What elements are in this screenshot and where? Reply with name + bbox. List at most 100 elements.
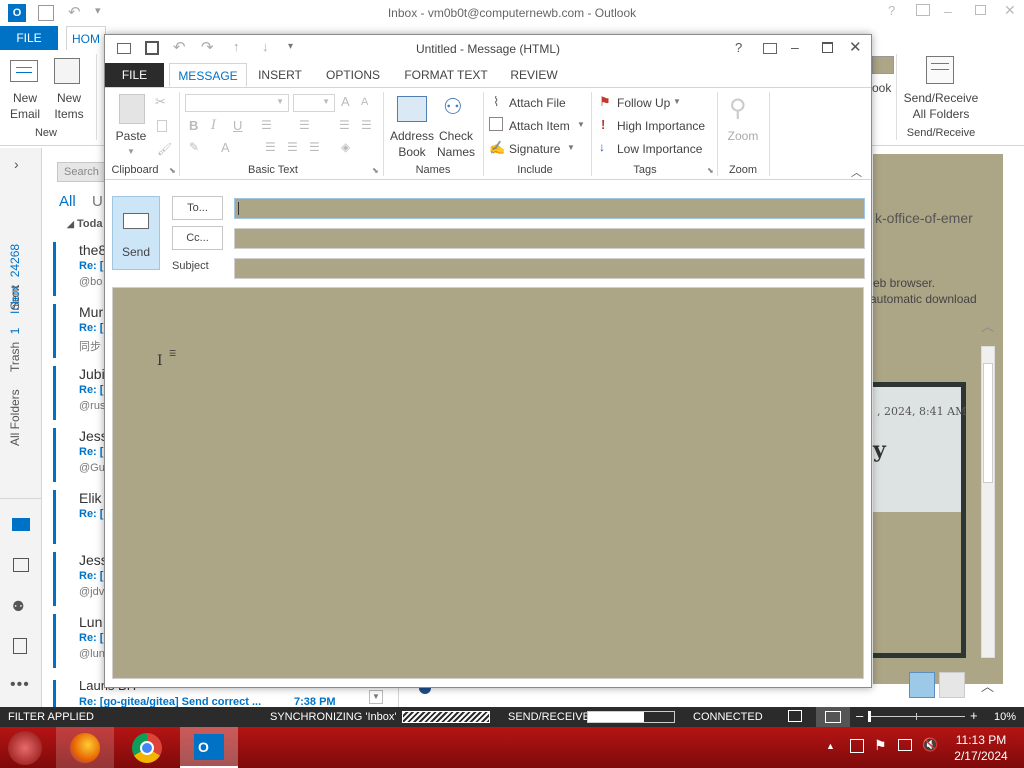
- message-ribbon-display-icon[interactable]: [763, 43, 777, 54]
- tasks-icon[interactable]: [13, 638, 27, 654]
- zoom-out-icon[interactable]: –: [856, 708, 863, 723]
- basic-text-launcher-icon[interactable]: ⬊: [372, 166, 379, 175]
- status-filter-applied: FILTER APPLIED: [8, 711, 94, 723]
- collapse-ribbon-icon[interactable]: ︿: [851, 164, 862, 180]
- maximize-icon[interactable]: [975, 5, 986, 15]
- tray-flag-icon[interactable]: ⚑: [874, 737, 887, 754]
- increase-indent-icon[interactable]: ☰: [361, 118, 372, 132]
- signature-button[interactable]: ✍ Signature ▼: [489, 140, 589, 158]
- start-button-icon[interactable]: [8, 731, 42, 765]
- numbering-icon[interactable]: ☰: [299, 118, 310, 132]
- cc-field[interactable]: [234, 228, 865, 249]
- ribbon-display-icon[interactable]: [916, 4, 930, 16]
- highlight-icon[interactable]: ✎: [189, 140, 199, 154]
- tray-network-icon[interactable]: [898, 739, 912, 751]
- attach-item-button[interactable]: Attach Item ▼: [489, 117, 589, 135]
- follow-up-button[interactable]: ⚑ Follow Up ▼: [599, 94, 699, 112]
- align-left-icon[interactable]: ☰: [265, 140, 276, 154]
- nav-all-folders[interactable]: All Folders: [8, 386, 38, 448]
- new-email-button[interactable]: New Email: [4, 90, 46, 122]
- message-help-icon[interactable]: ?: [735, 40, 742, 55]
- send-receive-all-button[interactable]: Send/Receive All Folders: [900, 90, 982, 122]
- format-painter-icon[interactable]: 🖌: [157, 142, 172, 156]
- paste-button[interactable]: Paste ▼: [109, 128, 153, 160]
- reading-scroll-thumb[interactable]: [983, 363, 993, 483]
- italic-icon[interactable]: I: [211, 118, 216, 133]
- more-nav-icon[interactable]: •••: [10, 676, 30, 694]
- align-right-icon[interactable]: ☰: [309, 140, 320, 154]
- tray-clock[interactable]: 11:13 PM 2/17/2024: [946, 733, 1016, 763]
- copy-icon[interactable]: [157, 120, 167, 132]
- to-button[interactable]: To...: [172, 196, 223, 220]
- normal-view-icon[interactable]: [788, 710, 802, 722]
- profile-photo-icon[interactable]: [909, 672, 935, 698]
- reading-scrollbar[interactable]: [981, 346, 995, 658]
- scroll-down-icon[interactable]: ▼: [369, 690, 383, 704]
- tray-volume-icon[interactable]: 🔇: [922, 737, 938, 753]
- taskbar-outlook[interactable]: O: [180, 727, 238, 768]
- mail-icon[interactable]: [12, 518, 30, 531]
- send-button[interactable]: Send: [112, 196, 160, 270]
- tab-home[interactable]: HOM: [66, 26, 106, 50]
- zoom-button[interactable]: Zoom: [719, 128, 767, 144]
- cut-icon[interactable]: ✂: [155, 94, 166, 110]
- nav-trash[interactable]: Trash 1: [8, 326, 38, 376]
- expand-folder-pane-icon[interactable]: ›: [14, 156, 19, 172]
- font-name-select[interactable]: ▼: [185, 94, 289, 112]
- address-book-button[interactable]: Address Book: [389, 128, 435, 160]
- tab-msg-review[interactable]: REVIEW: [503, 63, 565, 87]
- collapse-info-icon[interactable]: ︿: [981, 316, 994, 335]
- message-minimize-icon[interactable]: –: [791, 39, 799, 55]
- tab-msg-insert[interactable]: INSERT: [251, 63, 309, 87]
- tab-msg-options[interactable]: OPTIONS: [317, 63, 389, 87]
- message-maximize-icon[interactable]: [822, 42, 833, 53]
- align-center-icon[interactable]: ☰: [287, 140, 298, 154]
- paste-dropdown-icon[interactable]: ▼: [109, 144, 153, 160]
- reading-view-icon[interactable]: [816, 707, 850, 727]
- shrink-font-icon[interactable]: A: [361, 96, 368, 108]
- collapse-group-icon[interactable]: ◢: [67, 219, 74, 229]
- bullets-icon[interactable]: ☰: [261, 118, 272, 132]
- bold-icon[interactable]: B: [189, 118, 198, 133]
- tray-device-icon[interactable]: [850, 739, 864, 753]
- zoom-slider-thumb[interactable]: [868, 711, 871, 722]
- low-importance-button[interactable]: ↓ Low Importance: [599, 140, 709, 158]
- taskbar-firefox[interactable]: [56, 727, 114, 768]
- decrease-indent-icon[interactable]: ☰: [339, 118, 350, 132]
- high-importance-button[interactable]: ! High Importance: [599, 117, 709, 135]
- zoom-level[interactable]: 10%: [994, 711, 1016, 723]
- minimize-icon[interactable]: –: [944, 3, 952, 19]
- cc-button[interactable]: Cc...: [172, 226, 223, 250]
- zoom-in-icon[interactable]: +: [970, 708, 978, 723]
- tags-launcher-icon[interactable]: ⬊: [707, 166, 714, 175]
- filter-unread[interactable]: U: [92, 193, 103, 210]
- close-icon[interactable]: ✕: [1004, 2, 1016, 19]
- subject-field[interactable]: [234, 258, 865, 279]
- clipboard-launcher-icon[interactable]: ⬊: [169, 166, 176, 175]
- underline-icon[interactable]: U: [233, 118, 242, 133]
- tab-file[interactable]: FILE: [0, 26, 58, 50]
- font-color-icon[interactable]: A: [221, 140, 230, 155]
- people-icon[interactable]: ⚉: [12, 598, 25, 615]
- tab-msg-file[interactable]: FILE: [105, 63, 164, 87]
- tab-msg-format-text[interactable]: FORMAT TEXT: [397, 63, 495, 87]
- check-names-button[interactable]: Check Names: [433, 128, 479, 160]
- calendar-icon[interactable]: [13, 558, 29, 572]
- nav-sent[interactable]: Sent: [8, 284, 38, 324]
- zoom-slider[interactable]: [868, 711, 965, 722]
- tray-expand-icon[interactable]: ▲: [826, 741, 835, 751]
- font-size-select[interactable]: ▼: [293, 94, 335, 112]
- people-pane-toggle-icon[interactable]: ︿: [981, 676, 994, 695]
- new-items-button[interactable]: New Items: [48, 90, 90, 122]
- help-icon[interactable]: ?: [888, 3, 895, 18]
- taskbar-chrome[interactable]: [118, 727, 176, 768]
- grow-font-icon[interactable]: A: [341, 94, 350, 109]
- tab-msg-message[interactable]: MESSAGE: [169, 63, 247, 87]
- message-close-icon[interactable]: ✕: [849, 38, 862, 56]
- message-body[interactable]: I ☰: [112, 287, 864, 679]
- attach-file-button[interactable]: ⌇ Attach File: [493, 94, 593, 112]
- clear-formatting-icon[interactable]: ◈: [341, 140, 350, 154]
- profile-photo-alt-icon[interactable]: [939, 672, 965, 698]
- to-field[interactable]: [234, 198, 865, 219]
- filter-all[interactable]: All: [59, 193, 76, 210]
